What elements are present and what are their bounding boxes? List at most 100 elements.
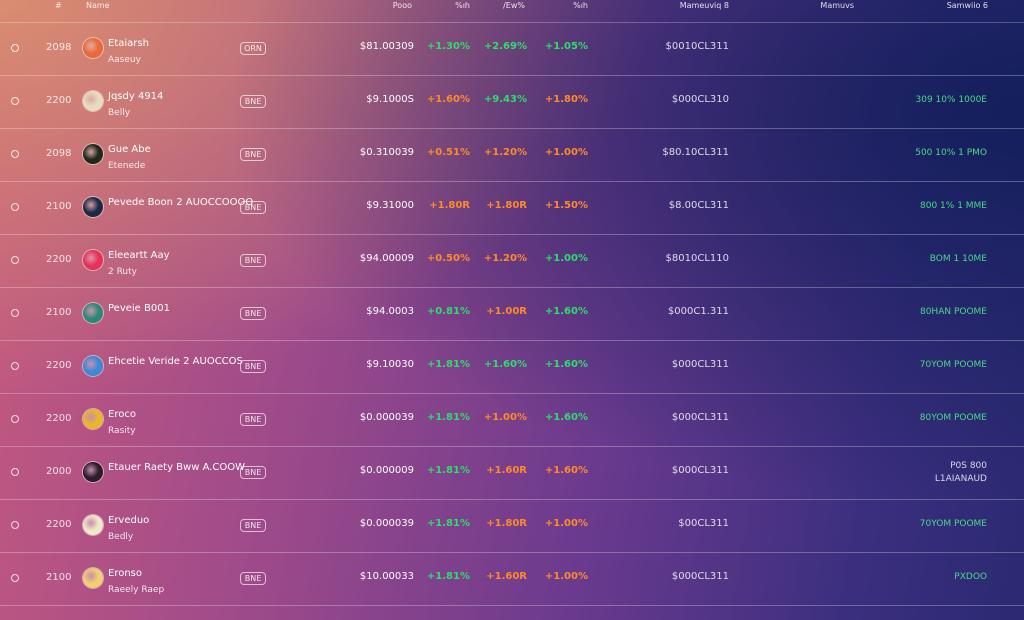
row-select-radio[interactable] (11, 44, 19, 52)
table-row[interactable]: 2200 Ehcetie Veride 2 AUOCCOS BNE $9.10030 +… (0, 341, 1024, 394)
header-volume[interactable]: Mamuvs (820, 1, 854, 10)
coin-name[interactable]: Erveduo Bedly (108, 512, 149, 546)
stripe-coin-icon (83, 515, 103, 535)
change-1h: +1.81% (426, 571, 470, 582)
table-row[interactable]: 2098 Gue Abe Etenede BNE $0.310039 +0.51% +1.2… (0, 129, 1024, 182)
coin-name[interactable]: Jqsdy 4914 Belly (108, 88, 163, 122)
coin-name[interactable]: Ehcetie Veride 2 AUOCCOS (108, 353, 243, 370)
row-select-radio[interactable] (11, 150, 19, 158)
heart-coin-icon (83, 250, 103, 270)
row-rank: 2100 (46, 572, 72, 583)
header-price[interactable]: Pooo (393, 1, 412, 10)
coin-name[interactable]: Pevede Boon 2 AUOCCOOOO (108, 194, 253, 211)
change-1h: +1.81% (426, 359, 470, 370)
skull-coin-icon (83, 91, 103, 111)
gold-coin-icon (83, 568, 103, 588)
row-rank: 2200 (46, 360, 72, 371)
change-7d: +1.80% (544, 94, 588, 105)
header-rank[interactable]: # (55, 1, 62, 10)
coin-name-label: Pevede Boon 2 AUOCCOOOO (108, 197, 254, 208)
market-cap-value: $8.00CL311 (668, 200, 729, 211)
table-row[interactable]: 2200 Eleeartt Aay 2 Ruty BNE $94.00009 +0.50%… (0, 235, 1024, 288)
table-row[interactable]: 2200 Jqsdy 4914 Belly BNE $9.1000S +1.60% +9.4… (0, 76, 1024, 129)
supply-line-1: BOM 1 10ME (929, 254, 987, 264)
market-cap-value: $8010CL110 (665, 253, 729, 264)
header-change-1h[interactable]: %ıh (455, 1, 470, 10)
row-select-radio[interactable] (11, 309, 19, 317)
market-cap-value: $000C1.311 (667, 306, 729, 317)
table-row[interactable]: 2100 Peveie B001 BNE $94.0003 +0.81% +1.00R +1… (0, 288, 1024, 341)
price-value: $0.000039 (359, 412, 414, 423)
row-rank: 2100 (46, 201, 72, 212)
change-24h: +1.00% (483, 412, 527, 423)
change-7d: +1.60% (544, 359, 588, 370)
row-select-radio[interactable] (11, 256, 19, 264)
table-row[interactable]: 2000 Etauer Raety Bww A.COOW BNE $0.000009 +… (0, 447, 1024, 500)
header-supply[interactable]: Samwiio 6 (947, 1, 988, 10)
coin-name[interactable]: Eronso Raeely Raep (108, 565, 164, 599)
ticker-badge: ORN (240, 42, 266, 55)
supply-line-1: 70YOM POOME (919, 519, 987, 529)
header-name[interactable]: Name (86, 1, 110, 10)
price-value: $9.31000 (366, 200, 414, 211)
table-row[interactable]: 2098 Etaiarsh Aaseuy ORN $81.00309 +1.30% +2.6… (0, 23, 1024, 76)
change-1h: +1.81% (426, 465, 470, 476)
supply-line-1: 80HAN POOME (919, 307, 987, 317)
price-value: $10.00033 (359, 571, 414, 582)
table-row[interactable]: 2200 Erveduo Bedly BNE $0.000039 +1.81% +1.80R… (0, 500, 1024, 553)
row-select-radio[interactable] (11, 521, 19, 529)
coin-name-sub: Aaseuy (108, 55, 141, 65)
table-row[interactable]: 2100 Eronso Raeely Raep BNE $10.00033 +1.81% +… (0, 553, 1024, 606)
row-select-radio[interactable] (11, 574, 19, 582)
coin-name-label: Gue Abe (108, 144, 151, 155)
header-market-cap[interactable]: Mameuviq 8 (680, 1, 729, 10)
ticker-badge: BNE (240, 95, 266, 108)
coin-name[interactable]: Etauer Raety Bww A.COOW (108, 459, 245, 476)
change-24h: +1.80R (486, 518, 527, 529)
market-cap-value: $000CL310 (671, 94, 729, 105)
price-value: $81.00309 (359, 41, 414, 52)
coin-name[interactable]: Eleeartt Aay 2 Ruty (108, 247, 170, 281)
row-select-radio[interactable] (11, 362, 19, 370)
market-cap-value: $80.10CL311 (662, 147, 729, 158)
coin-name[interactable]: Etaiarsh Aaseuy (108, 35, 149, 69)
supply-value: 309 10% 1000E (916, 94, 988, 107)
row-rank: 2200 (46, 413, 72, 424)
table-row[interactable]: 2200 Eroco Rasity BNE $0.000039 +1.81% +1.00% +… (0, 394, 1024, 447)
coin-name-sub: Etenede (108, 161, 146, 171)
ticker-badge: BNE (240, 572, 266, 585)
row-rank: 2098 (46, 148, 72, 159)
supply-value: P0S 800 L1AIANAUD (935, 460, 987, 486)
header-change-24h[interactable]: /Ew% (503, 1, 525, 10)
header-change-7d[interactable]: %ıh (573, 1, 588, 10)
ticker-badge: BNE (240, 201, 266, 214)
market-cap-value: $0010CL311 (665, 41, 729, 52)
row-select-radio[interactable] (11, 203, 19, 211)
coin-name[interactable]: Eroco Rasity (108, 406, 136, 440)
change-24h: +1.20% (483, 253, 527, 264)
table-row[interactable]: 2100 Pevede Boon 2 AUOCCOOOO BNE $9.31000 +1… (0, 182, 1024, 235)
price-value: $94.0003 (366, 306, 414, 317)
ticker-badge: BNE (240, 413, 266, 426)
supply-value: BOM 1 10ME (930, 253, 987, 266)
coin-name[interactable]: Peveie B001 (108, 300, 170, 317)
change-1h: +1.81% (426, 518, 470, 529)
change-1h: +0.51% (426, 147, 470, 158)
supply-line-1: P0S 800 (950, 461, 987, 471)
supply-value: 80HAN POOME (920, 306, 987, 319)
coin-name[interactable]: Gue Abe Etenede (108, 141, 151, 175)
coin-name-label: Jqsdy 4914 (108, 91, 164, 102)
row-select-radio[interactable] (11, 468, 19, 476)
coin-name-label: Eleeartt Aay (108, 250, 170, 261)
market-cap-value: $00CL311 (678, 518, 729, 529)
gear-coin-icon (83, 38, 103, 58)
coin-name-label: Eronso (108, 568, 142, 579)
change-7d: +1.60% (544, 465, 588, 476)
price-value: $0.310039 (359, 147, 414, 158)
coin-name-sub: Rasity (108, 426, 136, 436)
dark-coin-icon (83, 144, 103, 164)
row-select-radio[interactable] (11, 97, 19, 105)
market-cap-value: $000CL311 (671, 465, 729, 476)
row-select-radio[interactable] (11, 415, 19, 423)
supply-line-1: 309 10% 1000E (915, 95, 988, 105)
